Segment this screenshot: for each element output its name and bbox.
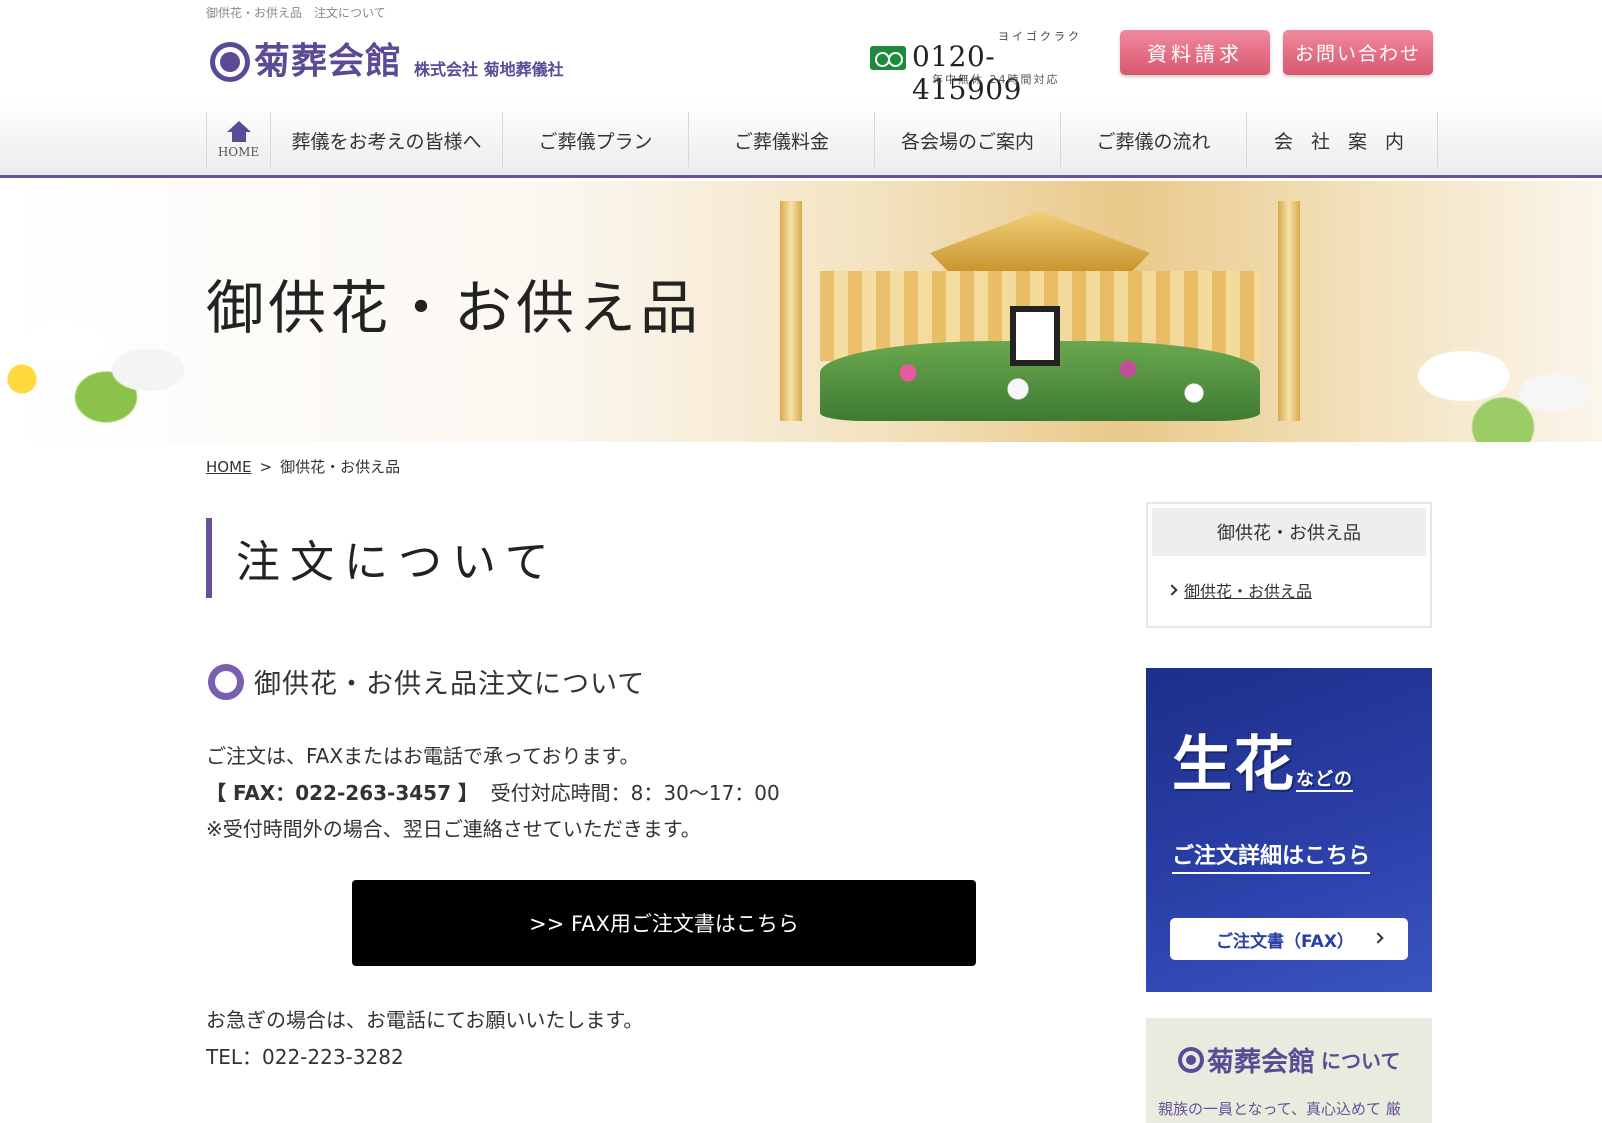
about-suffix: について — [1321, 1049, 1401, 1073]
ring-bullet-icon — [208, 663, 244, 700]
nav-home-label: HOME — [217, 145, 260, 159]
about-title: 菊葬会館 について — [1178, 1040, 1400, 1079]
lantern-pillar — [1278, 201, 1300, 421]
sidebar-menu-box: 御供花・お供え品 御供花・お供え品 — [1146, 502, 1432, 628]
breadcrumb: HOME > 御供花・お供え品 — [206, 456, 400, 477]
banner-heading: 生花などの — [1172, 716, 1353, 803]
reception-hours: 受付対応時間：8：30～17：00 — [490, 781, 780, 805]
flower-order-banner[interactable]: 生花などの ご注文詳細はこちら ご注文書（FAX） — [1146, 668, 1432, 992]
banner-fax-form-label: ご注文書（FAX） — [1216, 931, 1354, 952]
banner-fax-form-button[interactable]: ご注文書（FAX） — [1170, 918, 1408, 960]
urgent-note: お急ぎの場合は、お電話にてお願いいたします。 — [206, 1008, 644, 1032]
chevron-right-icon — [1372, 932, 1384, 944]
page-tagline: 御供花・お供え品 注文について — [206, 6, 386, 20]
breadcrumb-current: 御供花・お供え品 — [280, 458, 401, 476]
page-title: 注文について — [206, 518, 559, 598]
banner-big-text: 生花 — [1172, 730, 1296, 800]
logo-name: 菊葬会館 — [254, 40, 403, 82]
lantern-pillar — [780, 201, 802, 421]
hero-title: 御供花・お供え品 — [206, 274, 703, 342]
breadcrumb-separator: > — [259, 458, 273, 476]
global-nav: HOME 葬儀をお考えの皆様へ ご葬儀プラン ご葬儀料金 各会場のご案内 ご葬儀… — [0, 100, 1602, 178]
chevron-right-icon — [1166, 584, 1178, 596]
nav-item-company[interactable]: 会 社 案 内 — [1246, 112, 1438, 168]
request-materials-button[interactable]: 資料請求 — [1120, 30, 1270, 75]
logo-mark-icon — [210, 42, 250, 82]
nav-item-plans[interactable]: ご葬儀プラン — [502, 112, 688, 168]
hero-banner: 御供花・お供え品 — [0, 181, 1602, 442]
home-icon — [226, 121, 251, 143]
freedial-icon — [870, 46, 906, 70]
section-heading: 御供花・お供え品注文について — [208, 662, 645, 701]
about-logo-name: 菊葬会館 — [1207, 1047, 1315, 1078]
banner-detail-link[interactable]: ご注文詳細はこちら — [1172, 838, 1371, 874]
about-description: 親族の一員となって、真心込めて 厳 — [1158, 1100, 1401, 1118]
nav-item-venues[interactable]: 各会場のご案内 — [874, 112, 1060, 168]
about-company-box[interactable]: 菊葬会館 について 親族の一員となって、真心込めて 厳 — [1146, 1018, 1432, 1123]
lily-flowers-image — [1360, 291, 1602, 442]
fax-order-form-button[interactable]: >> FAX用ご注文書はこちら — [352, 880, 976, 966]
memorial-portrait — [1010, 306, 1060, 366]
sidebar-menu-link-label: 御供花・お供え品 — [1184, 582, 1313, 601]
breadcrumb-home-link[interactable]: HOME — [206, 458, 252, 476]
nav-item-flow[interactable]: ご葬儀の流れ — [1060, 112, 1246, 168]
nav-home[interactable]: HOME — [206, 112, 270, 168]
tel-number: TEL：022-223-3282 — [206, 1045, 404, 1069]
site-logo[interactable]: 菊葬会館 株式会社 菊地葬儀社 — [210, 40, 564, 82]
banner-small-text: などの — [1296, 769, 1353, 792]
altar-roof — [930, 211, 1150, 271]
nav-item-for-families[interactable]: 葬儀をお考えの皆様へ — [270, 112, 502, 168]
funeral-altar-image — [760, 201, 1320, 421]
fax-number: 【 FAX：022-263-3457 】 — [206, 781, 478, 805]
order-method-text: ご注文は、FAXまたはお電話で承っております。 — [206, 744, 640, 768]
contact-button[interactable]: お問い合わせ — [1283, 30, 1433, 75]
logo-mark-icon — [1178, 1046, 1204, 1073]
phone-block[interactable]: ヨイゴクラク 0120-415909 年中無休 24時間対応 — [870, 28, 1090, 106]
phone-hours: 年中無休 24時間対応 — [932, 73, 1060, 86]
nav-item-prices[interactable]: ご葬儀料金 — [688, 112, 874, 168]
sidebar-menu-title: 御供花・お供え品 — [1152, 508, 1426, 556]
fax-info-line: 【 FAX：022-263-3457 】 受付対応時間：8：30～17：00 — [206, 777, 780, 806]
section-heading-text: 御供花・お供え品注文について — [254, 669, 646, 700]
after-hours-note: ※受付時間外の場合、翌日ご連絡させていただきます。 — [206, 817, 701, 841]
sidebar-menu-link[interactable]: 御供花・お供え品 — [1166, 578, 1313, 602]
company-name: 株式会社 菊地葬儀社 — [414, 60, 564, 79]
